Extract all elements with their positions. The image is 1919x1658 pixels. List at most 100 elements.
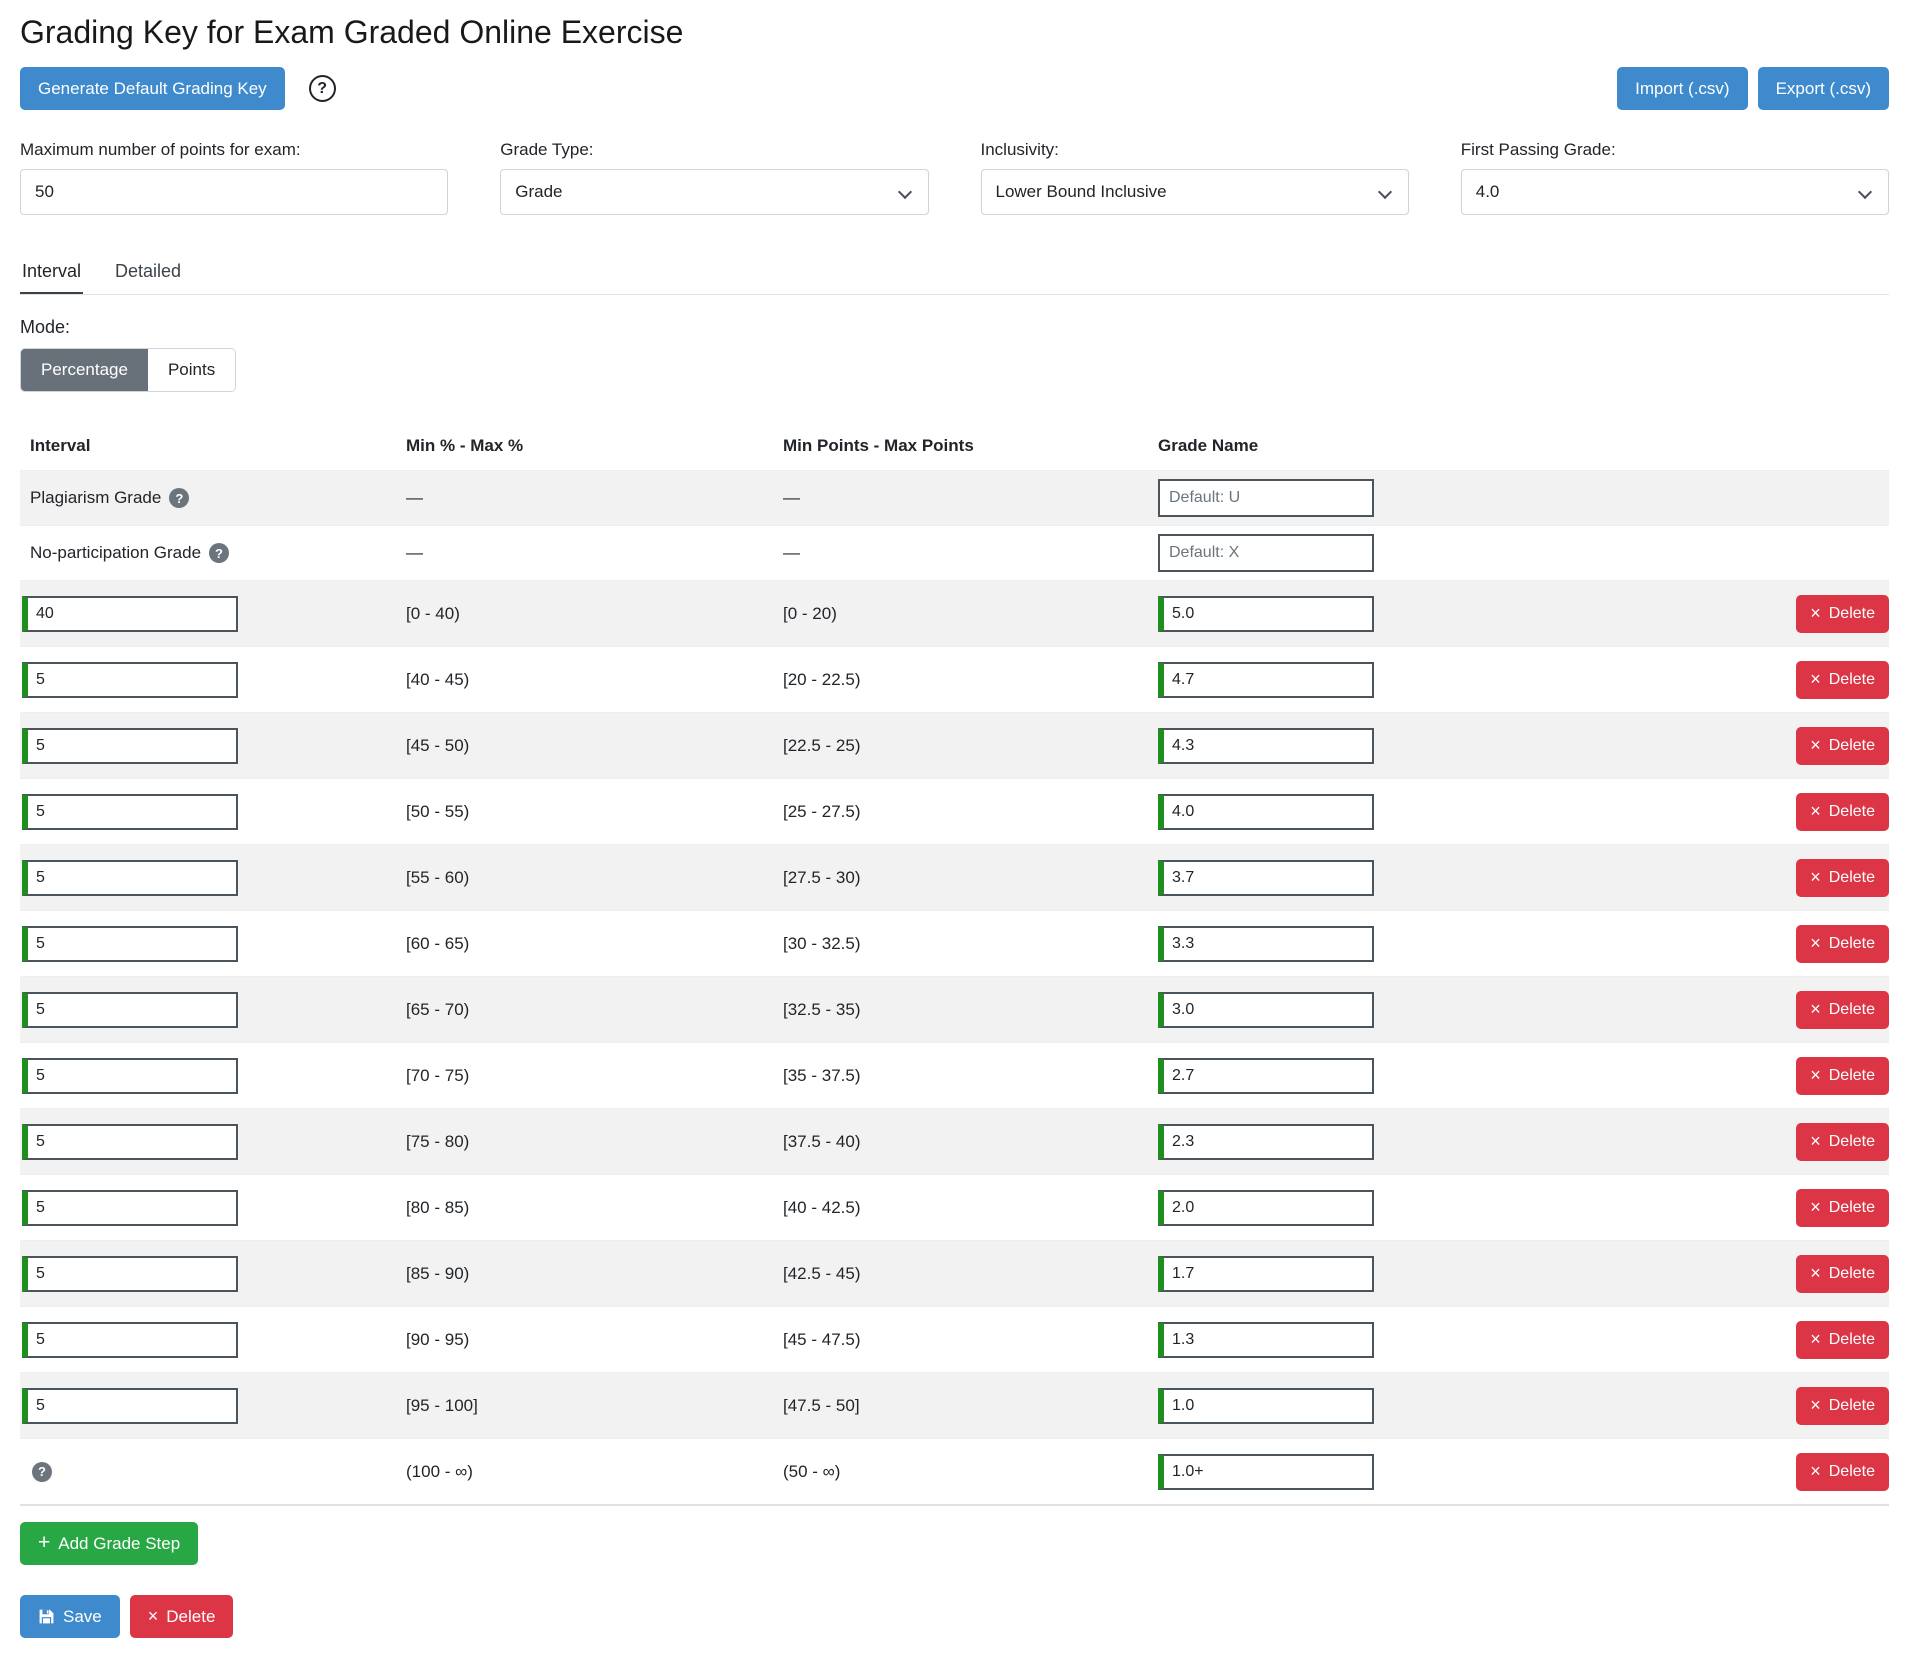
delete-row-button[interactable]: × Delete [1796, 661, 1889, 699]
interval-input[interactable] [22, 992, 238, 1028]
grade-name-input[interactable] [1158, 1388, 1374, 1424]
page-title: Grading Key for Exam Graded Online Exerc… [20, 14, 1889, 51]
delete-row-button[interactable]: × Delete [1796, 1453, 1889, 1491]
percent-range: (100 - ∞) [406, 1462, 783, 1482]
import-csv-button[interactable]: Import (.csv) [1617, 67, 1747, 110]
delete-row-button[interactable]: × Delete [1796, 859, 1889, 897]
interval-input[interactable] [22, 662, 238, 698]
interval-input[interactable] [22, 794, 238, 830]
delete-row-button[interactable]: × Delete [1796, 991, 1889, 1029]
points-range: [20 - 22.5) [783, 670, 1158, 690]
inclusivity-field-group: Inclusivity: Lower Bound Inclusive [981, 140, 1409, 215]
interval-input[interactable] [22, 728, 238, 764]
x-icon: × [1810, 1134, 1821, 1148]
grade-name-input[interactable] [1158, 1058, 1374, 1094]
grade-name-input[interactable] [1158, 662, 1374, 698]
delete-row-button[interactable]: × Delete [1796, 727, 1889, 765]
delete-row-button-label: Delete [1829, 1332, 1875, 1348]
grade-name-input[interactable] [1158, 860, 1374, 896]
points-range: [42.5 - 45) [783, 1264, 1158, 1284]
x-icon: × [1810, 1200, 1821, 1214]
tab-interval[interactable]: Interval [20, 261, 83, 294]
x-icon: × [1810, 804, 1821, 818]
delete-row-button[interactable]: × Delete [1796, 1255, 1889, 1293]
delete-button-label: Delete [166, 1608, 215, 1625]
table-row: [50 - 55) [25 - 27.5) × Delete [20, 778, 1889, 844]
export-csv-button[interactable]: Export (.csv) [1758, 67, 1889, 110]
tab-detailed[interactable]: Detailed [113, 261, 183, 294]
help-icon[interactable]: ? [169, 488, 189, 508]
grade-type-label: Grade Type: [500, 140, 928, 160]
interval-input[interactable] [22, 1124, 238, 1160]
points-range: [37.5 - 40) [783, 1132, 1158, 1152]
grade-name-input[interactable] [1158, 1190, 1374, 1226]
inclusivity-select[interactable]: Lower Bound Inclusive [981, 169, 1409, 215]
help-icon[interactable]: ? [32, 1462, 52, 1482]
first-passing-grade-select[interactable]: 4.0 [1461, 169, 1889, 215]
help-icon[interactable]: ? [309, 75, 336, 102]
delete-row-button-label: Delete [1829, 1398, 1875, 1414]
grade-name-input[interactable] [1158, 992, 1374, 1028]
mode-points-button[interactable]: Points [148, 349, 235, 391]
delete-row-button[interactable]: × Delete [1796, 1321, 1889, 1359]
delete-row-button-label: Delete [1829, 606, 1875, 622]
percent-range: [95 - 100] [406, 1396, 783, 1416]
interval-input[interactable] [22, 1388, 238, 1424]
grade-name-input[interactable] [1158, 596, 1374, 632]
delete-row-button[interactable]: × Delete [1796, 793, 1889, 831]
grade-name-input[interactable] [1158, 728, 1374, 764]
x-icon: × [1810, 870, 1821, 884]
grade-name-input[interactable] [1158, 926, 1374, 962]
delete-row-button[interactable]: × Delete [1796, 925, 1889, 963]
interval-input[interactable] [22, 1058, 238, 1094]
delete-row-button[interactable]: × Delete [1796, 1387, 1889, 1425]
delete-row-button[interactable]: × Delete [1796, 1123, 1889, 1161]
delete-row-button[interactable]: × Delete [1796, 1189, 1889, 1227]
save-button[interactable]: Save [20, 1595, 120, 1638]
grade-type-select[interactable]: Grade [500, 169, 928, 215]
first-passing-grade-label: First Passing Grade: [1461, 140, 1889, 160]
interval-input[interactable] [22, 1190, 238, 1226]
table-row: ? (100 - ∞) (50 - ∞) × Delete [20, 1438, 1889, 1504]
save-button-label: Save [63, 1608, 102, 1625]
interval-input[interactable] [22, 926, 238, 962]
table-row: No-participation Grade ? — — [20, 525, 1889, 580]
delete-row-button-label: Delete [1829, 738, 1875, 754]
delete-row-button-label: Delete [1829, 1200, 1875, 1216]
delete-row-button[interactable]: × Delete [1796, 1057, 1889, 1095]
grade-name-input[interactable] [1158, 1454, 1374, 1490]
delete-row-button-label: Delete [1829, 1464, 1875, 1480]
delete-row-button[interactable]: × Delete [1796, 595, 1889, 633]
grade-type-value: Grade [515, 182, 562, 202]
x-icon: × [1810, 1398, 1821, 1412]
grade-name-input[interactable] [1158, 1256, 1374, 1292]
interval-input[interactable] [22, 860, 238, 896]
delete-grading-key-button[interactable]: × Delete [130, 1595, 234, 1638]
delete-row-button-label: Delete [1829, 1134, 1875, 1150]
interval-input[interactable] [22, 596, 238, 632]
delete-row-button-label: Delete [1829, 870, 1875, 886]
mode-percentage-button[interactable]: Percentage [21, 349, 148, 391]
help-icon[interactable]: ? [209, 543, 229, 563]
add-grade-step-button[interactable]: + Add Grade Step [20, 1522, 198, 1565]
table-row: [60 - 65) [30 - 32.5) × Delete [20, 910, 1889, 976]
table-row: [95 - 100] [47.5 - 50] × Delete [20, 1372, 1889, 1438]
grade-name-input[interactable] [1158, 479, 1374, 517]
table-row: [85 - 90) [42.5 - 45) × Delete [20, 1240, 1889, 1306]
percent-range: [40 - 45) [406, 670, 783, 690]
percent-range: [90 - 95) [406, 1330, 783, 1350]
percent-range: [0 - 40) [406, 604, 783, 624]
grade-name-input[interactable] [1158, 1322, 1374, 1358]
interval-input[interactable] [22, 1322, 238, 1358]
max-points-input[interactable] [20, 169, 448, 215]
grade-name-input[interactable] [1158, 534, 1374, 572]
interval-input[interactable] [22, 1256, 238, 1292]
grade-name-input[interactable] [1158, 794, 1374, 830]
generate-default-grading-key-button[interactable]: Generate Default Grading Key [20, 67, 285, 110]
points-range: [35 - 37.5) [783, 1066, 1158, 1086]
delete-row-button-label: Delete [1829, 1002, 1875, 1018]
grade-name-input[interactable] [1158, 1124, 1374, 1160]
table-row: [0 - 40) [0 - 20) × Delete [20, 580, 1889, 646]
points-range: [0 - 20) [783, 604, 1158, 624]
mode-toggle-group: Percentage Points [20, 348, 236, 392]
